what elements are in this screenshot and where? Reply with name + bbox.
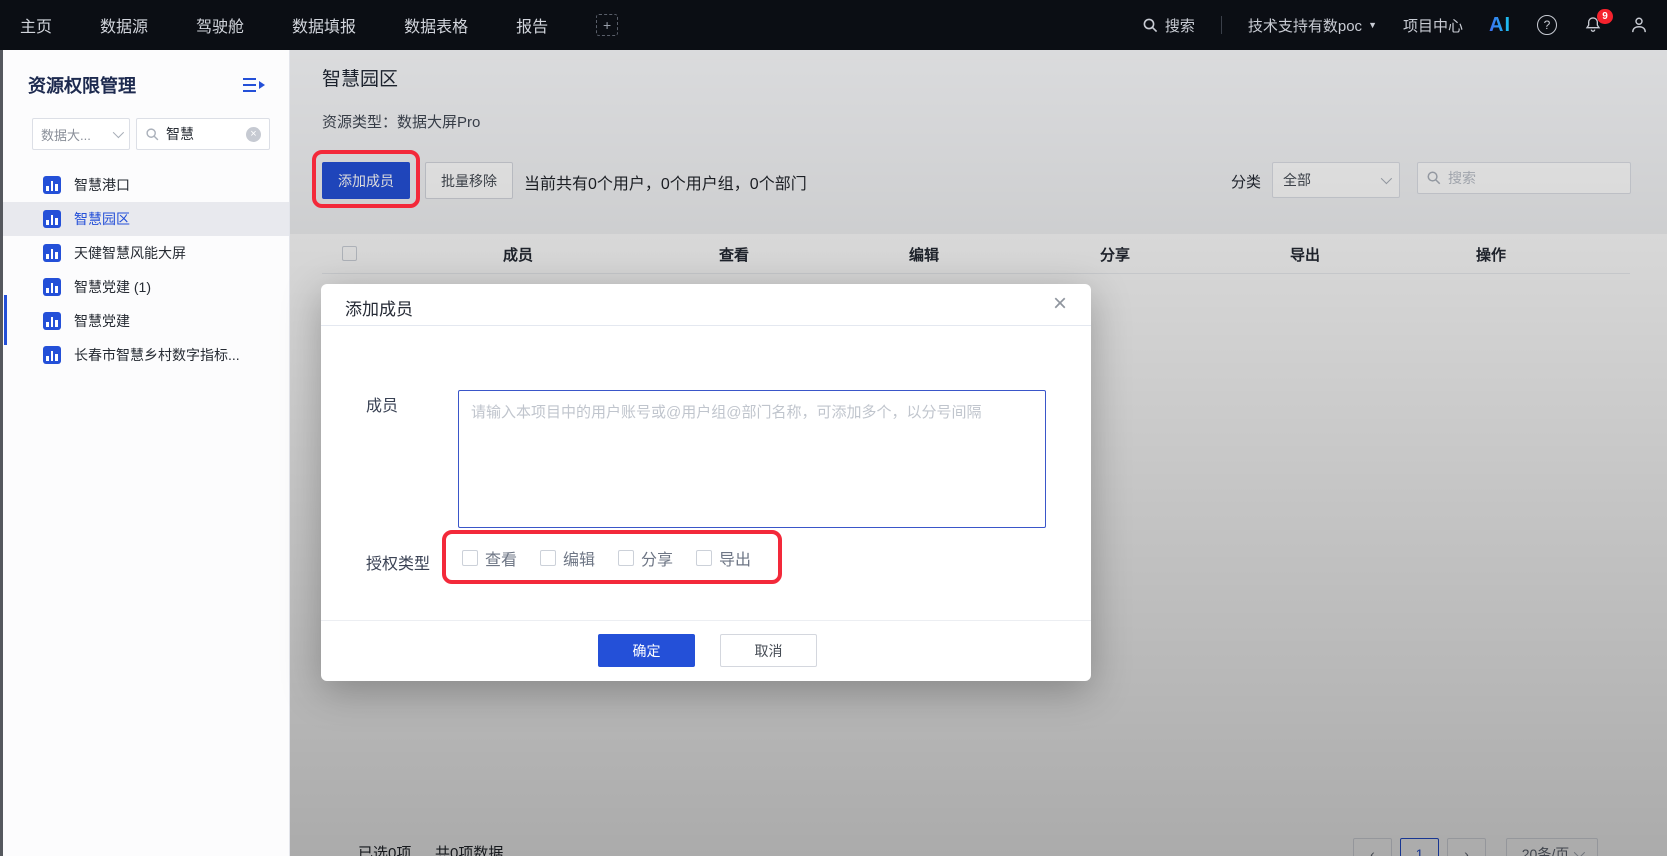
topbar-divider — [1220, 16, 1222, 34]
bar-chart-icon — [43, 346, 61, 364]
confirm-button[interactable]: 确定 — [598, 634, 695, 667]
checkbox-icon — [696, 550, 713, 566]
user-avatar-icon[interactable] — [1629, 15, 1649, 35]
account-name: 技术支持有数poc — [1247, 17, 1363, 35]
nav-data-table[interactable]: 数据表格 — [404, 13, 468, 37]
sidebar-item-smart-park[interactable]: 智慧园区 — [3, 202, 289, 236]
scroll-indicator — [4, 295, 7, 345]
project-center-link[interactable]: 项目中心 — [1403, 15, 1463, 36]
bar-chart-icon — [43, 278, 61, 296]
topbar-nav: 主页 数据源 驾驶舱 数据填报 数据表格 报告 + — [0, 13, 619, 37]
member-input[interactable] — [458, 390, 1046, 528]
ai-logo[interactable]: AI — [1489, 14, 1511, 37]
sidebar-item-rural-index[interactable]: 长春市智慧乡村数字指标... — [3, 338, 289, 372]
sidebar-item-party-building[interactable]: 智慧党建 — [3, 304, 289, 338]
checkbox-view[interactable]: 查看 — [462, 546, 517, 570]
global-search-label: 搜索 — [1164, 17, 1195, 35]
checkbox-edit[interactable]: 编辑 — [540, 546, 595, 570]
nav-home[interactable]: 主页 — [20, 13, 52, 37]
collapse-panel-icon[interactable] — [243, 77, 265, 93]
cancel-button[interactable]: 取消 — [720, 634, 817, 667]
sidebar-item-party-building-1[interactable]: 智慧党建 (1) — [3, 270, 289, 304]
search-icon — [145, 127, 160, 142]
checkbox-icon — [462, 550, 478, 566]
resource-type-value: 数据大... — [41, 127, 91, 143]
notification-badge: 9 — [1597, 9, 1613, 24]
add-member-modal: 添加成员 × 成员 授权类型 查看 编辑 分享 导出 确定 — [321, 284, 1091, 681]
sidebar-item-smart-port[interactable]: 智慧港口 — [3, 168, 289, 202]
bar-chart-icon — [43, 210, 61, 228]
topbar: 主页 数据源 驾驶舱 数据填报 数据表格 报告 + 搜索 技术支持有数poc ▼… — [0, 0, 1667, 50]
window-edge-strip — [0, 50, 3, 856]
nav-cockpit[interactable]: 驾驶舱 — [196, 13, 244, 37]
sidebar-title: 资源权限管理 — [28, 76, 136, 96]
modal-header: 添加成员 × — [321, 284, 1091, 326]
help-icon[interactable]: ? — [1537, 15, 1557, 35]
modal-footer: 确定 取消 — [321, 620, 1091, 681]
member-field-label: 成员 — [366, 398, 399, 415]
bar-chart-icon — [43, 312, 61, 330]
bar-chart-icon — [43, 176, 61, 194]
checkbox-icon — [540, 550, 557, 566]
auth-options-row: 查看 编辑 分享 导出 — [462, 546, 751, 570]
clear-search-icon[interactable]: × — [246, 126, 261, 142]
app-root: 主页 数据源 驾驶舱 数据填报 数据表格 报告 + 搜索 技术支持有数poc ▼… — [0, 0, 1667, 856]
topbar-actions: 搜索 技术支持有数poc ▼ 项目中心 AI ? 9 — [1142, 9, 1667, 37]
add-module-icon[interactable]: + — [596, 14, 619, 36]
sidebar-search-input[interactable] — [166, 126, 240, 142]
account-dropdown[interactable]: 技术支持有数poc ▼ — [1248, 15, 1377, 36]
nav-report[interactable]: 报告 — [516, 13, 548, 37]
checkbox-export[interactable]: 导出 — [696, 546, 751, 570]
search-icon — [1142, 17, 1159, 34]
global-search-button[interactable]: 搜索 — [1142, 15, 1195, 36]
sidebar-search-box: × — [136, 118, 270, 150]
modal-title: 添加成员 — [345, 300, 413, 319]
notifications-button[interactable]: 9 — [1583, 9, 1613, 35]
sidebar-resource-permissions: 资源权限管理 数据大... × — [3, 50, 290, 856]
nav-datasource[interactable]: 数据源 — [100, 13, 148, 37]
checkbox-icon — [618, 550, 635, 566]
sidebar-item-wind-screen[interactable]: 天健智慧风能大屏 — [3, 236, 289, 270]
checkbox-share[interactable]: 分享 — [618, 546, 673, 570]
nav-data-entry[interactable]: 数据填报 — [292, 13, 356, 37]
auth-type-label: 授权类型 — [366, 556, 431, 573]
resource-list: 智慧港口 智慧园区 天健智慧风能大屏 智慧党建 (1) 智慧党建 长春市智慧乡村… — [3, 168, 289, 372]
bar-chart-icon — [43, 244, 61, 262]
resource-type-select[interactable]: 数据大... — [32, 118, 130, 150]
close-icon[interactable]: × — [1053, 290, 1067, 318]
chevron-down-icon: ▼ — [1368, 20, 1377, 30]
chevron-down-icon — [112, 126, 125, 139]
